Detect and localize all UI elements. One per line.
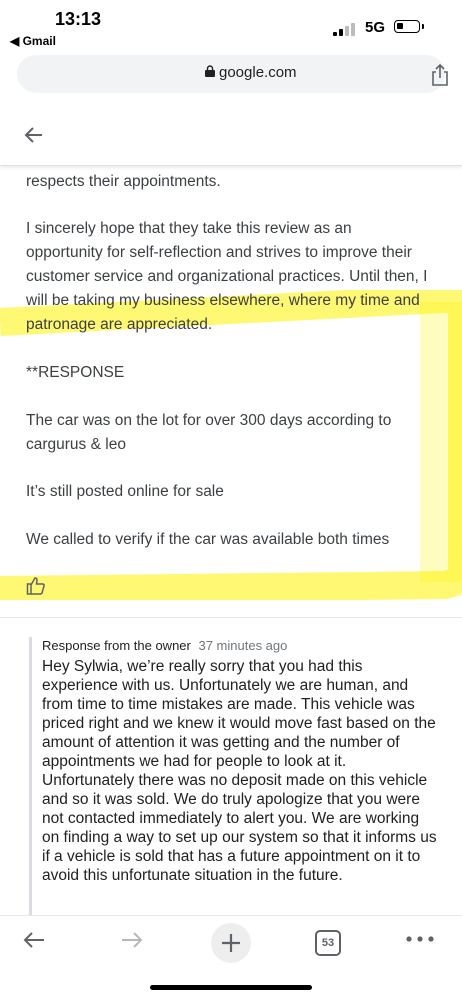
back-arrow-icon[interactable]	[22, 123, 46, 147]
battery-icon	[394, 20, 424, 33]
lock-icon	[205, 65, 215, 77]
thumbs-up-icon[interactable]	[26, 576, 46, 596]
response-heading: **RESPONSE	[26, 364, 125, 381]
home-indicator	[150, 985, 312, 990]
review-paragraph: respects their appointments.	[26, 173, 221, 190]
forward-arrow-icon[interactable]	[118, 926, 146, 954]
divider	[0, 617, 462, 618]
new-tab-button[interactable]	[211, 923, 251, 963]
owner-response: Response from the owner 37 minutes ago H…	[29, 637, 462, 917]
review-paragraph: The car was on the lot for over 300 days…	[26, 412, 392, 453]
status-bar: 13:13 ◀ Gmail 5G	[0, 0, 462, 52]
owner-response-time: 37 minutes ago	[198, 638, 288, 653]
back-to-gmail-link[interactable]: ◀ Gmail	[10, 34, 56, 48]
status-time: 13:13	[55, 9, 102, 29]
review-paragraph: We called to verify if the car was avail…	[26, 531, 390, 548]
url-text[interactable]: google.com	[219, 64, 297, 81]
more-icon[interactable]	[405, 934, 435, 944]
page-header	[0, 105, 462, 166]
review-paragraph: I sincerely hope that they take this rev…	[26, 220, 428, 333]
address-bar[interactable]: google.com	[17, 55, 448, 93]
share-icon[interactable]	[430, 63, 450, 87]
plus-icon	[222, 934, 240, 952]
back-icon[interactable]	[20, 926, 48, 954]
owner-response-label: Response from the owner	[42, 638, 191, 653]
owner-response-text: Hey Sylwia, we’re really sorry that you …	[42, 658, 437, 884]
tab-switcher-button[interactable]: 53	[315, 930, 341, 956]
network-type: 5G	[365, 19, 386, 36]
signal-icon	[333, 22, 355, 36]
review-paragraph: It’s still posted online for sale	[26, 483, 224, 500]
